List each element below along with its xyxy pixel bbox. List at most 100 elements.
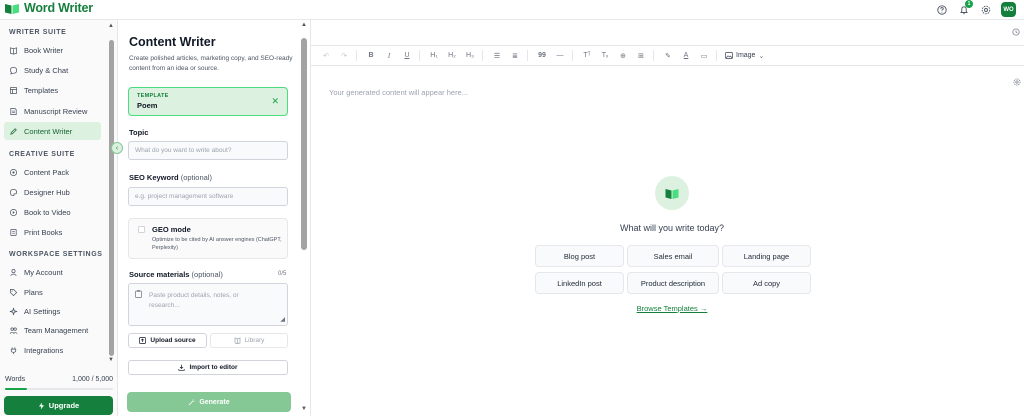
image-icon <box>725 52 733 59</box>
scroll-down-arrow-icon[interactable]: ▼ <box>108 357 114 363</box>
user-avatar[interactable]: WO <box>1001 2 1016 17</box>
browse-templates-link[interactable]: Browse Templates → <box>311 304 1024 313</box>
sidebar-item-team-management[interactable]: Team Management <box>4 321 101 339</box>
source-placeholder: Paste product details, notes, or researc… <box>149 292 239 309</box>
library-label: Library <box>244 337 265 344</box>
source-materials-label: Source materials (optional) <box>129 270 223 279</box>
suggestion-chip-landing-page[interactable]: Landing page <box>722 245 811 267</box>
sidebar-item-templates[interactable]: Templates <box>4 81 101 99</box>
palette-icon <box>9 188 18 196</box>
history-icon[interactable] <box>1012 28 1020 36</box>
numbered-list-icon[interactable]: ≣ <box>509 49 521 63</box>
sidebar: ▲ ▼ WRITER SUITE Book Writer Study & Cha… <box>0 20 118 416</box>
geo-mode-checkbox[interactable] <box>138 226 145 233</box>
toolbar-divider <box>716 50 717 61</box>
undo-icon[interactable]: ↶ <box>320 49 332 63</box>
page-title: Content Writer <box>129 35 216 49</box>
template-label: TEMPLATE <box>137 93 169 99</box>
sidebar-item-integrations[interactable]: Integrations <box>4 341 101 359</box>
text-color-icon[interactable]: A <box>680 49 692 63</box>
collapse-sidebar-button[interactable]: ‹ <box>111 142 123 154</box>
geo-mode-option[interactable]: GEO mode Optimize to be cited by AI answ… <box>128 218 288 259</box>
seo-keyword-label: SEO Keyword (optional) <box>129 173 212 182</box>
bold-icon[interactable]: B <box>365 49 377 63</box>
horizontal-rule-icon[interactable]: — <box>554 49 566 63</box>
sidebar-item-my-account[interactable]: My Account <box>4 263 101 281</box>
editor-area: ↶ ↷ B I U H₁ H₂ H₃ ☰ ≣ 99 — Tᵀ Tₓ ⊕ ⊞ ✎ … <box>311 20 1024 416</box>
highlight-icon[interactable]: ✎ <box>662 49 674 63</box>
sidebar-item-label: Print Books <box>24 227 63 237</box>
link-icon[interactable]: ⊕ <box>617 49 629 63</box>
sidebar-item-label: Book to Video <box>24 207 71 217</box>
text-size-icon[interactable]: Tᵀ <box>581 49 593 63</box>
source-materials-textarea[interactable]: Paste product details, notes, or researc… <box>128 283 288 326</box>
chevron-down-icon: ⌄ <box>758 52 765 60</box>
bullet-list-icon[interactable]: ☰ <box>491 49 503 63</box>
tag-icon <box>9 288 18 296</box>
chevron-left-icon: ‹ <box>115 144 119 152</box>
source-optional-text: (optional) <box>191 270 223 279</box>
generate-button[interactable]: Generate <box>127 392 291 412</box>
sidebar-item-book-writer[interactable]: Book Writer <box>4 41 101 59</box>
suggestion-chip-ad-copy[interactable]: Ad copy <box>722 272 811 294</box>
toolbar-divider <box>572 50 573 61</box>
sidebar-item-book-to-video[interactable]: Book to Video <box>4 203 101 221</box>
sidebar-item-label: Team Management <box>24 325 89 335</box>
book-icon <box>9 46 18 54</box>
import-to-editor-button[interactable]: Import to editor <box>128 360 288 375</box>
heading1-icon[interactable]: H₁ <box>428 49 440 63</box>
bell-icon[interactable]: 1 <box>957 0 973 16</box>
panel-scrollbar[interactable] <box>301 38 307 250</box>
underline-icon[interactable]: U <box>401 49 413 63</box>
sidebar-item-plans[interactable]: Plans <box>4 283 101 301</box>
topic-input[interactable]: What do you want to write about? <box>128 141 288 160</box>
sidebar-item-content-pack[interactable]: Content Pack <box>4 163 101 181</box>
sidebar-item-print-books[interactable]: Print Books <box>4 223 101 241</box>
image-dropdown[interactable]: Image ⌄ <box>725 49 764 63</box>
help-icon[interactable] <box>935 3 948 16</box>
upload-source-button[interactable]: Upload source <box>128 333 207 348</box>
sidebar-scrollbar[interactable] <box>109 40 114 356</box>
clear-format-icon[interactable]: Tₓ <box>599 49 611 63</box>
heading2-icon[interactable]: H₂ <box>446 49 458 63</box>
settings-icon[interactable] <box>979 3 992 16</box>
words-label: Words <box>5 376 26 383</box>
comment-icon[interactable]: ▭ <box>698 49 710 63</box>
sidebar-item-ai-settings[interactable]: AI Settings <box>4 302 101 320</box>
sidebar-item-study-chat[interactable]: Study & Chat <box>4 61 101 79</box>
template-value: Poem <box>137 101 158 110</box>
upgrade-button[interactable]: Upgrade <box>4 396 113 415</box>
sidebar-item-label: Content Writer <box>24 126 73 136</box>
italic-icon[interactable]: I <box>383 49 395 63</box>
editor-placeholder[interactable]: Your generated content will appear here.… <box>329 88 468 97</box>
geo-mode-title: GEO mode <box>152 225 191 234</box>
close-icon[interactable]: ✕ <box>271 96 279 107</box>
plug-icon <box>10 346 17 354</box>
gear-icon[interactable] <box>1013 78 1021 86</box>
redo-icon[interactable]: ↷ <box>338 49 350 63</box>
table-icon[interactable]: ⊞ <box>635 49 647 63</box>
sidebar-item-content-writer[interactable]: Content Writer <box>4 122 101 140</box>
suggestion-chip-blog-post[interactable]: Blog post <box>535 245 624 267</box>
chat-icon <box>9 66 18 74</box>
seo-keyword-input[interactable]: e.g. project management software <box>128 187 288 206</box>
words-progress-bar <box>5 388 113 390</box>
resize-handle-icon[interactable]: ◢ <box>280 316 285 323</box>
book-open-icon <box>655 176 689 210</box>
sidebar-item-designer-hub[interactable]: Designer Hub <box>4 183 101 201</box>
scroll-up-arrow-icon[interactable]: ▲ <box>301 22 307 28</box>
sidebar-item-manuscript-review[interactable]: Manuscript Review <box>4 102 101 120</box>
suggestion-chip-sales-email[interactable]: Sales email <box>627 245 719 267</box>
section-title-workspace-settings: WORKSPACE SETTINGS <box>9 251 103 258</box>
library-button[interactable]: Library <box>210 333 288 348</box>
suggestion-chip-product-description[interactable]: Product description <box>627 272 719 294</box>
selected-template-card[interactable]: TEMPLATE Poem ✕ <box>128 87 288 116</box>
suggestion-chip-linkedin-post[interactable]: LinkedIn post <box>535 272 624 294</box>
toolbar-divider <box>653 50 654 61</box>
scroll-down-arrow-icon[interactable]: ▼ <box>301 406 307 412</box>
quote-icon[interactable]: 99 <box>536 49 548 63</box>
app-logo[interactable]: Word Writer <box>4 1 93 15</box>
section-title-writer-suite: WRITER SUITE <box>9 29 67 36</box>
scroll-up-arrow-icon[interactable]: ▲ <box>108 23 114 29</box>
heading3-icon[interactable]: H₃ <box>464 49 476 63</box>
